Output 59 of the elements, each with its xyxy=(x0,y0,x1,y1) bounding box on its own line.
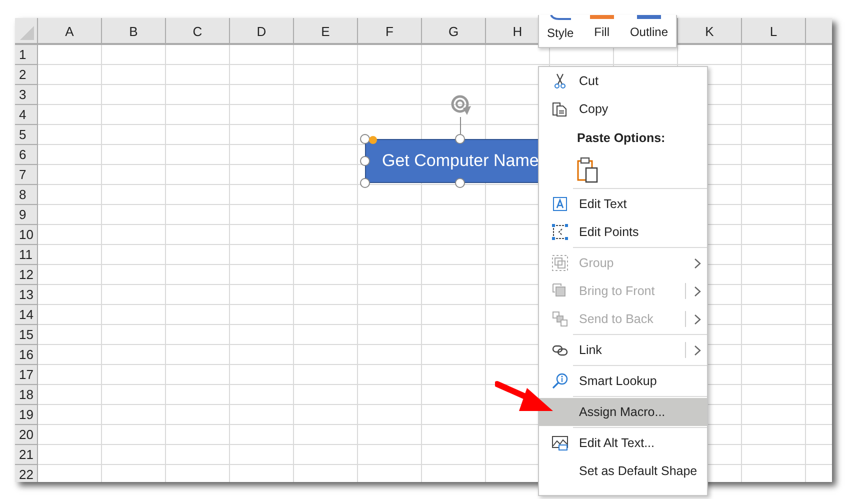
toolbar-button[interactable]: Fill xyxy=(588,15,616,47)
row-header[interactable]: 5 xyxy=(15,125,38,145)
row-header[interactable]: 21 xyxy=(15,445,38,465)
column-header[interactable]: A xyxy=(38,18,102,43)
row-header[interactable]: 13 xyxy=(15,285,38,305)
row-header[interactable]: 10 xyxy=(15,225,38,245)
menu-item[interactable]: Assign Macro... xyxy=(539,398,707,426)
menu-item[interactable]: Copy xyxy=(539,95,707,123)
column-header[interactable]: D xyxy=(230,18,294,43)
row-header[interactable]: 15 xyxy=(15,325,38,345)
toolbar-button[interactable]: Outline xyxy=(628,15,670,47)
column-header[interactable]: F xyxy=(358,18,422,43)
menu-item[interactable]: Smart Lookup xyxy=(539,367,707,395)
chevron-icon xyxy=(694,286,701,296)
image-text-icon xyxy=(552,435,568,451)
bring-front-icon xyxy=(552,283,568,299)
row-header[interactable]: 17 xyxy=(15,365,38,385)
column-header[interactable]: B xyxy=(102,18,166,43)
text-box-icon xyxy=(552,196,568,212)
column-header[interactable]: E xyxy=(294,18,358,43)
paste-icon[interactable] xyxy=(577,157,599,183)
row-header[interactable]: 22 xyxy=(15,465,38,482)
row-header[interactable]: 4 xyxy=(15,105,38,125)
menu-item[interactable]: Set as Default Shape xyxy=(539,457,707,485)
send-back-icon xyxy=(552,311,568,327)
row-header[interactable]: 18 xyxy=(15,385,38,405)
menu-item[interactable]: Edit Text xyxy=(539,190,707,218)
column-header[interactable]: G xyxy=(422,18,486,43)
menu-header: Paste Options: xyxy=(576,130,666,147)
style-icon xyxy=(549,15,572,20)
row-header[interactable]: 6 xyxy=(15,145,38,165)
row-header[interactable]: 7 xyxy=(15,165,38,185)
row-header[interactable]: 3 xyxy=(15,85,38,105)
menu-item[interactable]: Edit Alt Text... xyxy=(539,429,707,457)
row-header[interactable]: 19 xyxy=(15,405,38,425)
column-header[interactable]: K xyxy=(678,18,742,43)
info-search-icon xyxy=(552,373,568,389)
menu-item[interactable]: Link xyxy=(539,336,707,364)
group-icon xyxy=(552,255,568,271)
column-header[interactable]: C xyxy=(166,18,230,43)
row-header[interactable]: 20 xyxy=(15,425,38,445)
column-header[interactable]: L xyxy=(742,18,806,43)
chevron-icon xyxy=(694,258,701,268)
row-header[interactable]: 1 xyxy=(15,45,38,65)
row-header[interactable]: 8 xyxy=(15,185,38,205)
copy-icon xyxy=(552,101,568,117)
menu-item[interactable]: Cut xyxy=(539,67,707,95)
row-header[interactable]: 9 xyxy=(15,205,38,225)
row-header[interactable]: 12 xyxy=(15,265,38,285)
scissors-icon xyxy=(552,73,568,89)
row-header[interactable]: 2 xyxy=(15,65,38,85)
chevron-icon xyxy=(694,344,701,356)
chevron-icon xyxy=(694,314,701,324)
edit-points-icon xyxy=(552,224,568,240)
rotate-handle-icon[interactable] xyxy=(450,94,472,116)
row-header[interactable]: 11 xyxy=(15,245,38,265)
row-header[interactable]: 14 xyxy=(15,305,38,325)
row-header[interactable]: 16 xyxy=(15,345,38,365)
menu-item[interactable]: Edit Points xyxy=(539,218,707,246)
